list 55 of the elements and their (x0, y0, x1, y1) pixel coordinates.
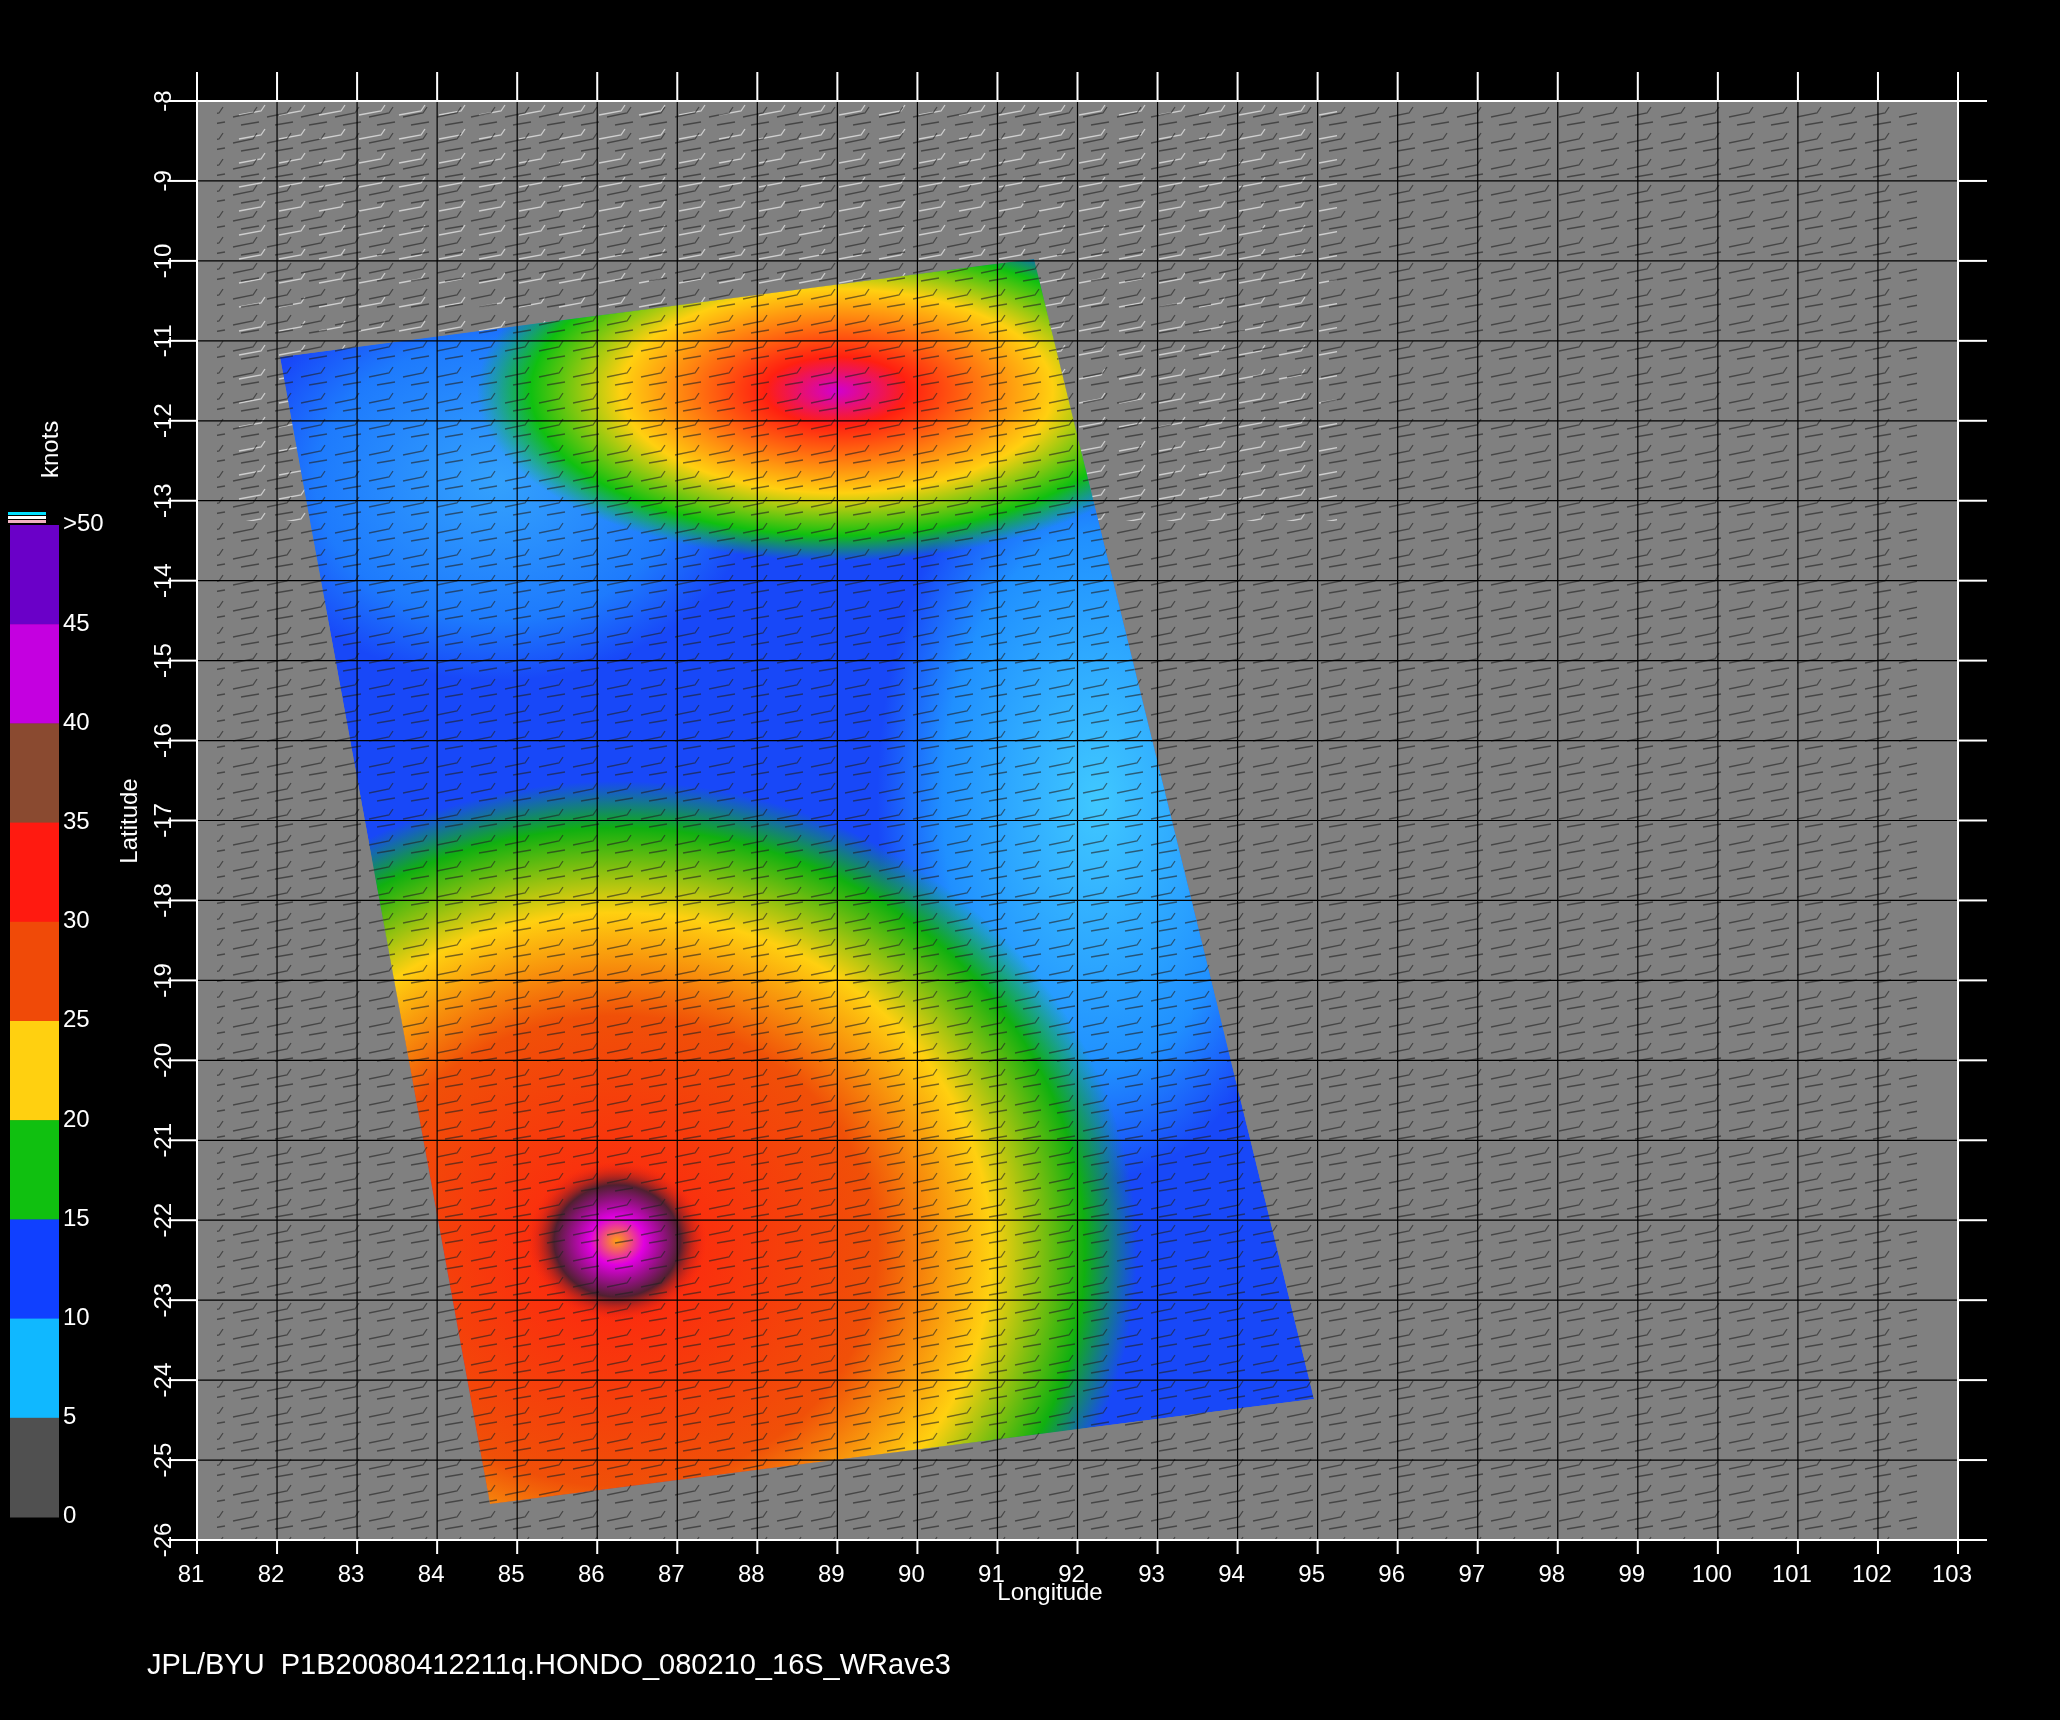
longitude-tick-label: 81 (177, 1560, 205, 1587)
longitude-tick-label: 96 (1378, 1560, 1406, 1587)
latitude-tick-label: -12 (149, 403, 177, 439)
colorbar-label: 0 (63, 1501, 77, 1529)
longitude-tick-label: 83 (337, 1560, 365, 1587)
longitude-tick-label: 101 (1771, 1560, 1812, 1587)
latitude-axis-title: Latitude (115, 778, 142, 864)
latitude-tick-label: -18 (149, 883, 177, 918)
longitude-tick-label: 99 (1618, 1560, 1646, 1587)
longitude-tick-label: 84 (417, 1560, 445, 1587)
latitude-tick-label: -15 (149, 643, 177, 678)
colorbar-label: 35 (63, 806, 90, 834)
latitude-tick-label: -14 (149, 563, 177, 598)
longitude-tick-label: 87 (657, 1560, 685, 1587)
colorbar-label: 15 (63, 1203, 90, 1231)
latitude-tick-label: -23 (149, 1282, 177, 1318)
longitude-tick-label: 86 (577, 1560, 605, 1587)
longitude-tick-label: 93 (1138, 1560, 1165, 1587)
colorbar-label: 10 (63, 1302, 90, 1330)
latitude-tick-label: -16 (149, 723, 177, 758)
latitude-tick-label: -19 (149, 963, 177, 998)
latitude-tick-label: -17 (149, 803, 177, 838)
latitude-tick-label: -20 (149, 1043, 177, 1078)
colorbar-top-lines (8, 512, 46, 523)
latitude-tick-label: -25 (149, 1442, 177, 1478)
colorbar-label: 40 (63, 707, 90, 735)
caption-text: JPL/BYU P1B20080412211q.HONDO_080210_16S_WRave3 (147, 1648, 952, 1681)
longitude-tick-label: 82 (257, 1560, 285, 1587)
latitude-tick-label: -9 (149, 170, 177, 192)
longitude-tick-label: 103 (1932, 1560, 1972, 1587)
longitude-tick-label: 95 (1298, 1560, 1325, 1587)
colorbar-label: 25 (63, 1005, 90, 1033)
colorbar-label: 30 (63, 906, 90, 934)
longitude-tick-label: 100 (1691, 1560, 1732, 1587)
latitude-tick-label: -10 (149, 243, 177, 279)
longitude-tick-label: 94 (1218, 1560, 1245, 1587)
colorbar-label: 20 (63, 1104, 90, 1132)
colorbar-label: 45 (63, 608, 90, 636)
longitude-tick-label: 102 (1851, 1560, 1892, 1587)
longitude-tick-label: 90 (898, 1560, 925, 1587)
colorbar-title: knots (36, 420, 63, 478)
longitude-tick-label: 85 (497, 1560, 525, 1587)
latitude-tick-label: -24 (149, 1362, 177, 1398)
colorbar-label: 5 (63, 1402, 77, 1430)
longitude-tick-label: 98 (1538, 1560, 1566, 1587)
latitude-tick-label: -21 (149, 1122, 177, 1158)
latitude-tick-label: -8 (149, 90, 177, 112)
colorbar-label: >50 (63, 509, 104, 537)
latitude-tick-label: -26 (149, 1522, 177, 1558)
longitude-tick-label: 97 (1458, 1560, 1486, 1587)
longitude-tick-label: 89 (818, 1560, 845, 1587)
latitude-tick-label: -22 (149, 1202, 177, 1238)
longitude-tick-label: 88 (737, 1560, 765, 1587)
latitude-tick-label: -11 (149, 324, 177, 358)
latitude-tick-label: -13 (149, 483, 177, 519)
